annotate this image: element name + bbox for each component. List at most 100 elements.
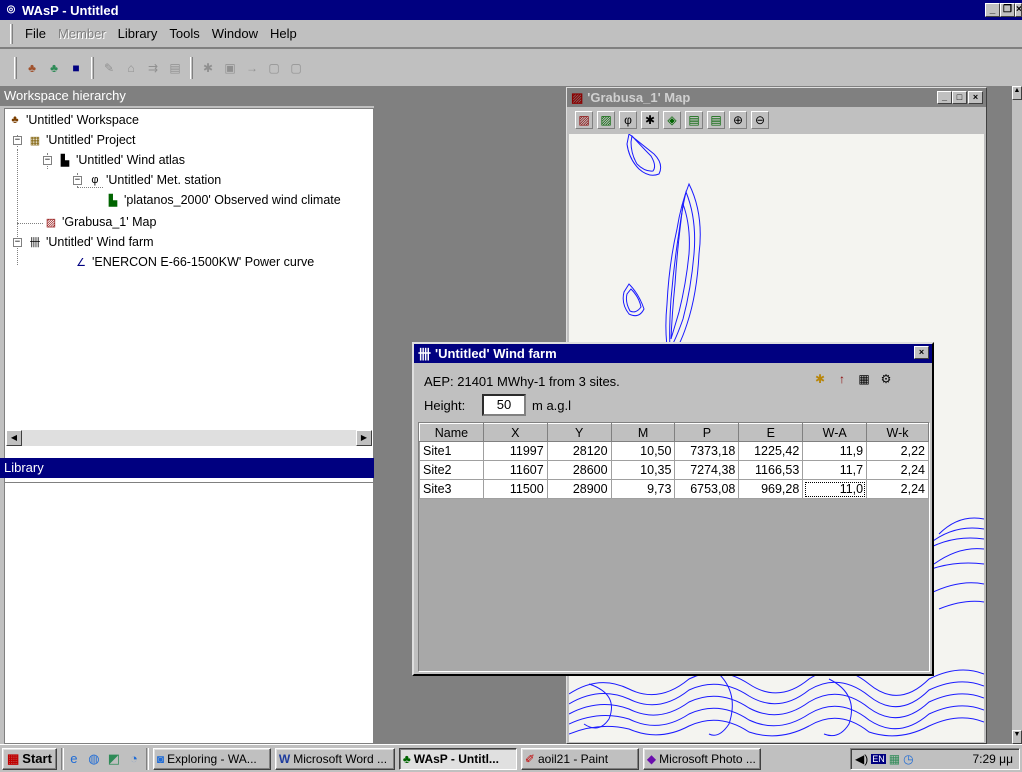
x-cell[interactable]: 11500 — [482, 479, 548, 499]
map-close-button[interactable]: × — [968, 91, 983, 104]
column-header[interactable]: Name — [419, 423, 484, 442]
scroll-right-button[interactable]: ▶ — [356, 430, 372, 446]
map-minimize-button[interactable]: _ — [937, 91, 952, 104]
map-maximize-button[interactable]: □ — [952, 91, 967, 104]
tree-item-observed-wind-climate[interactable]: ▙ 'platanos_2000' Observed wind climate — [105, 191, 341, 209]
taskbar-item-paint[interactable]: ✐ aoil21 - Paint — [520, 747, 639, 770]
wk-cell[interactable]: 2,24 — [866, 479, 929, 499]
mdi-vertical-scrollbar[interactable]: ▲ ▼ — [1012, 86, 1022, 744]
link-icon[interactable]: ⇉ — [144, 59, 162, 77]
app-title-bar[interactable]: ◎ WAsP - Untitled _ ❐ × — [0, 0, 1022, 20]
m-cell[interactable]: 9,73 — [610, 479, 676, 499]
menu-file[interactable]: File — [19, 26, 52, 41]
layers-icon[interactable]: ◈ — [663, 111, 681, 129]
volume-icon[interactable]: ◀) — [855, 752, 868, 766]
wa-cell-selected[interactable]: 11,0 — [802, 479, 868, 499]
internet-explorer-icon[interactable]: e — [64, 749, 84, 769]
map-edit-icon[interactable]: ▨ — [597, 111, 615, 129]
refresh-icon[interactable]: ▤ — [685, 111, 703, 129]
menu-help[interactable]: Help — [264, 26, 303, 41]
scroll-left-button[interactable]: ◀ — [6, 430, 22, 446]
tree-item-project[interactable]: − ▦ 'Untitled' Project — [13, 131, 136, 149]
taskbar-item-word[interactable]: W Microsoft Word ... — [274, 747, 395, 770]
site-name-cell[interactable]: Site2 — [419, 460, 484, 480]
e-cell[interactable]: 969,28 — [738, 479, 804, 499]
minimize-button[interactable]: _ — [985, 3, 1000, 17]
column-header[interactable]: X — [482, 423, 548, 442]
y-cell[interactable]: 28900 — [546, 479, 612, 499]
m-cell[interactable]: 10,35 — [610, 460, 676, 480]
workspace-tree[interactable]: ♣ 'Untitled' Workspace − ▦ 'Untitled' Pr… — [4, 108, 374, 514]
insert-member-icon[interactable]: ✎ — [100, 59, 118, 77]
tree-item-power-curve[interactable]: ∠ 'ENERCON E-66-1500KW' Power curve — [73, 253, 314, 271]
close-button[interactable]: × — [1015, 3, 1022, 17]
column-header[interactable]: E — [738, 423, 804, 442]
calculate-icon[interactable]: ✱ — [199, 59, 217, 77]
height-input[interactable]: 50 — [482, 394, 526, 416]
print-icon[interactable]: ▢ — [287, 59, 305, 77]
wk-cell[interactable]: 2,24 — [866, 460, 929, 480]
fit-icon[interactable]: ▤ — [707, 111, 725, 129]
export-icon[interactable]: → — [243, 59, 261, 77]
sites-table-container[interactable]: Name X Y M P E W-A W-k Site1 11997 28120… — [418, 422, 930, 672]
turbine-icon[interactable]: ✱ — [641, 111, 659, 129]
wind-farm-window[interactable]: 卌 'Untitled' Wind farm × AEP: 21401 MWhy… — [412, 342, 934, 676]
scroll-down-button[interactable]: ▼ — [1012, 730, 1022, 744]
menu-window[interactable]: Window — [206, 26, 264, 41]
p-cell[interactable]: 7274,38 — [674, 460, 740, 480]
language-indicator-icon[interactable]: EN — [871, 754, 886, 764]
menu-library[interactable]: Library — [112, 26, 164, 41]
start-button[interactable]: ▦ Start — [2, 747, 57, 770]
wa-cell[interactable]: 11,7 — [802, 460, 868, 480]
folder-icon[interactable]: ▣ — [221, 59, 239, 77]
column-header[interactable]: M — [610, 423, 676, 442]
menu-tools[interactable]: Tools — [163, 26, 205, 41]
wind-farm-close-button[interactable]: × — [914, 346, 929, 359]
outlook-icon[interactable]: ◍ — [84, 749, 104, 769]
scheduler-icon[interactable]: ◷ — [903, 752, 913, 766]
y-cell[interactable]: 28120 — [546, 441, 612, 461]
site-name-cell[interactable]: Site1 — [419, 441, 484, 461]
channels-icon[interactable]: ◔ — [124, 749, 144, 769]
collapse-toggle[interactable]: − — [13, 135, 22, 145]
x-cell[interactable]: 11607 — [482, 460, 548, 480]
e-cell[interactable]: 1166,53 — [738, 460, 804, 480]
taskbar-item-explorer[interactable]: ◙ Exploring - WA... — [152, 747, 271, 770]
column-header[interactable]: P — [674, 423, 740, 442]
tree-item-met-station[interactable]: − φ 'Untitled' Met. station — [73, 171, 221, 189]
settings-icon[interactable]: ⚙ — [878, 372, 894, 388]
collapse-toggle[interactable]: − — [73, 175, 82, 185]
tree-item-workspace[interactable]: ♣ 'Untitled' Workspace — [7, 111, 139, 129]
e-cell[interactable]: 1225,42 — [738, 441, 804, 461]
menu-grip[interactable] — [10, 23, 13, 44]
zoom-in-icon[interactable]: ⊕ — [729, 111, 747, 129]
met-station-icon[interactable]: φ — [619, 111, 637, 129]
taskbar-item-photo-editor[interactable]: ◆ Microsoft Photo ... — [642, 747, 761, 770]
wk-cell[interactable]: 2,22 — [866, 441, 929, 461]
menu-member[interactable]: Member — [52, 26, 112, 41]
p-cell[interactable]: 6753,08 — [674, 479, 740, 499]
desktop-icon[interactable]: ◩ — [104, 749, 124, 769]
map-view-icon[interactable]: ▨ — [575, 111, 593, 129]
column-header[interactable]: W-k — [866, 423, 929, 442]
p-cell[interactable]: 7373,18 — [674, 441, 740, 461]
document-icon[interactable]: ▤ — [166, 59, 184, 77]
column-header[interactable]: W-A — [802, 423, 868, 442]
library-area[interactable] — [4, 482, 374, 744]
collapse-toggle[interactable]: − — [43, 155, 52, 165]
tree-item-wind-farm[interactable]: − 卌 'Untitled' Wind farm — [13, 233, 154, 251]
zoom-out-icon[interactable]: ⊖ — [751, 111, 769, 129]
table-row[interactable]: Site3 11500 28900 9,73 6753,08 969,28 11… — [419, 479, 929, 499]
taskbar-item-wasp[interactable]: ♣ WAsP - Untitl... — [398, 747, 517, 770]
x-cell[interactable]: 11997 — [482, 441, 548, 461]
grid-icon[interactable]: ▦ — [856, 372, 872, 388]
scroll-up-button[interactable]: ▲ — [1012, 86, 1022, 100]
open-workspace-icon[interactable]: ♣ — [45, 59, 63, 77]
wind-farm-title-bar[interactable]: 卌 'Untitled' Wind farm × — [414, 344, 932, 363]
app-icon[interactable]: ◎ — [4, 3, 18, 17]
clock[interactable]: 7:29 μμ — [972, 752, 1013, 766]
site-name-cell[interactable]: Site3 — [419, 479, 484, 499]
tree-item-wind-atlas[interactable]: − ▙ 'Untitled' Wind atlas — [43, 151, 185, 169]
add-turbine-icon[interactable]: ✱ — [812, 372, 828, 388]
tree-horizontal-scrollbar[interactable]: ◀ ▶ — [6, 430, 372, 446]
